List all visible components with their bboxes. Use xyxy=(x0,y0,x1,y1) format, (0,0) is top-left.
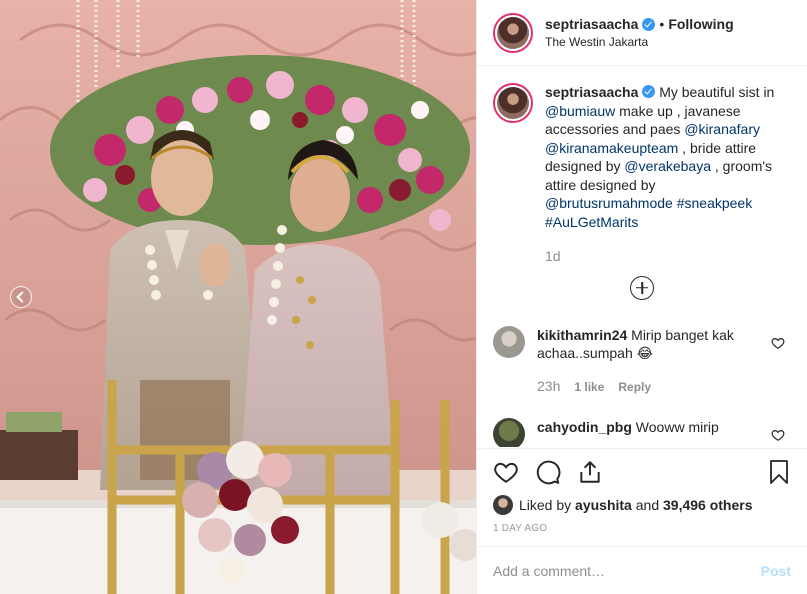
caption-text: septriasaacha My beautiful sist in @bumi… xyxy=(545,83,787,266)
caption-time: 1d xyxy=(545,248,561,264)
wedding-photo-illustration xyxy=(0,0,476,594)
verified-badge-icon xyxy=(642,85,656,98)
caption-mention-link[interactable]: @verakebaya xyxy=(624,158,711,174)
location-link[interactable]: The Westin Jakarta xyxy=(545,35,734,49)
instagram-post: septriasaacha • Following The Westin Jak… xyxy=(0,0,807,594)
caption-username[interactable]: septriasaacha xyxy=(545,84,638,100)
share-icon[interactable] xyxy=(577,459,603,485)
load-more-comments[interactable] xyxy=(477,275,807,300)
caption: septriasaacha My beautiful sist in @bumi… xyxy=(477,67,807,266)
heart-icon[interactable] xyxy=(771,428,785,442)
header-username[interactable]: septriasaacha xyxy=(545,16,638,32)
comment-item: cahyodin_pbg Wooww mirip xyxy=(477,418,807,447)
comment-body: kikithamrin24 Mirip banget kak achaa..su… xyxy=(537,326,757,397)
heart-icon[interactable] xyxy=(771,336,785,350)
action-icons xyxy=(493,455,791,489)
caption-mention-link[interactable]: #AuLGetMarits xyxy=(545,214,638,230)
post-button[interactable]: Post xyxy=(761,563,791,579)
liker-avatar[interactable] xyxy=(493,495,513,515)
chevron-left-icon[interactable] xyxy=(10,286,32,308)
comment-item: kikithamrin24 Mirip banget kak achaa..su… xyxy=(477,325,807,397)
header-info: septriasaacha • Following The Westin Jak… xyxy=(545,16,734,49)
comment-username[interactable]: kikithamrin24 xyxy=(537,327,627,343)
post-photo[interactable] xyxy=(0,0,476,594)
comments-panel[interactable]: septriasaacha My beautiful sist in @bumi… xyxy=(477,67,807,447)
likes-middle: and xyxy=(635,497,660,513)
caption-mention-link[interactable]: @bumiauw xyxy=(545,103,615,119)
caption-body: My beautiful sist in @bumiauw make up , … xyxy=(545,84,774,230)
reply-button[interactable]: Reply xyxy=(618,378,651,397)
likes-count[interactable]: 39,496 others xyxy=(663,497,753,513)
plus-circle-icon[interactable] xyxy=(630,275,654,300)
comment-input[interactable] xyxy=(493,562,761,579)
following-button[interactable]: Following xyxy=(668,16,733,32)
post-timestamp[interactable]: 1 DAY AGO xyxy=(493,523,791,534)
likes-prefix: Liked by xyxy=(519,497,572,513)
comment-meta: 23h 1 like Reply xyxy=(537,377,757,397)
comment-likes[interactable]: 1 like xyxy=(574,378,604,397)
commenter-avatar[interactable] xyxy=(493,418,525,447)
likes-summary: Liked by ayushita and 39,496 others xyxy=(493,495,791,515)
caption-mention-link[interactable]: @kiranafary xyxy=(684,121,760,137)
comment-username[interactable]: cahyodin_pbg xyxy=(537,419,632,435)
caption-mention-link[interactable]: @kiranamakeupteam xyxy=(545,140,678,156)
caption-text-segment: My beautiful sist in xyxy=(659,84,775,100)
comment-time: 23h xyxy=(537,377,561,394)
post-header: septriasaacha • Following The Westin Jak… xyxy=(477,0,807,66)
header-separator: • xyxy=(659,16,665,32)
avatar[interactable] xyxy=(493,12,533,53)
caption-avatar[interactable] xyxy=(493,83,533,123)
post-actions: Liked by ayushita and 39,496 others 1 DA… xyxy=(477,448,807,534)
verified-badge-icon xyxy=(642,17,656,31)
comment-body: cahyodin_pbg Wooww mirip xyxy=(537,418,757,447)
add-comment-bar: Post xyxy=(477,546,807,594)
comment-icon[interactable] xyxy=(535,459,561,485)
heart-icon[interactable] xyxy=(493,459,519,485)
caption-mention-link[interactable]: @brutusrumahmode xyxy=(545,195,673,211)
comment-text: Wooww mirip xyxy=(635,419,719,435)
commenter-avatar[interactable] xyxy=(493,325,525,358)
caption-mention-link[interactable]: #sneakpeek xyxy=(677,195,753,211)
post-sidebar: septriasaacha • Following The Westin Jak… xyxy=(476,0,807,594)
liker-username[interactable]: ayushita xyxy=(575,497,632,513)
bookmark-icon[interactable] xyxy=(767,459,791,485)
